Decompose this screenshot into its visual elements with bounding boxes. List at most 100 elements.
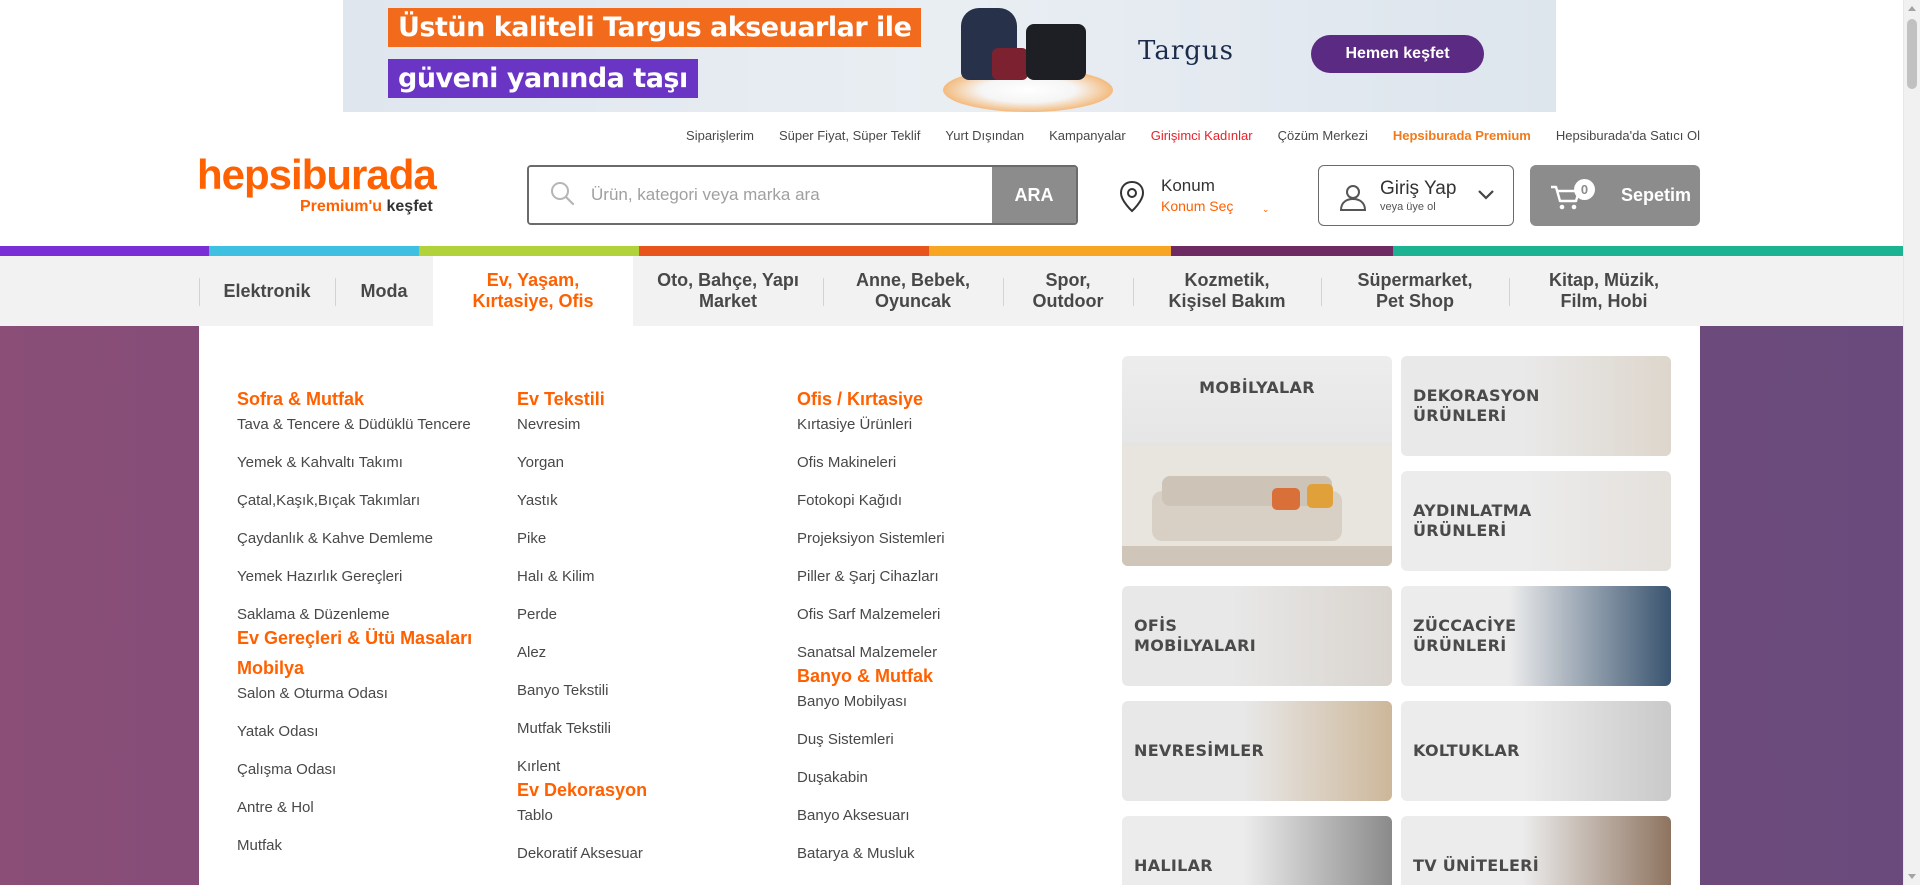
menu-link[interactable]: Fotokopi Kağıdı xyxy=(797,492,945,530)
menu-link[interactable]: Kırtasiye Ürünleri xyxy=(797,416,945,454)
premium-link[interactable]: Premium'u keşfet xyxy=(300,198,433,216)
menu-heading[interactable]: Ofis / Kırtasiye xyxy=(797,388,945,416)
category-tile[interactable]: MOBİLYALAR xyxy=(1122,356,1392,566)
menu-link[interactable]: Çalışma Odası xyxy=(237,761,472,799)
top-link[interactable]: Süper Fiyat, Süper Teklif xyxy=(779,128,920,143)
menu-heading[interactable]: Ev Dekorasyon xyxy=(517,779,647,807)
top-link[interactable]: Yurt Dışından xyxy=(945,128,1024,143)
stripe-segment xyxy=(419,246,639,256)
chevron-down-icon xyxy=(1477,188,1495,206)
search-field[interactable] xyxy=(529,167,992,223)
premium-discover-label: keşfet xyxy=(386,198,433,215)
menu-heading[interactable]: Ev Gereçleri & Ütü Masaları xyxy=(237,627,472,657)
banner-cta-button[interactable]: Hemen keşfet xyxy=(1311,35,1484,73)
top-link[interactable]: Siparişlerim xyxy=(686,128,754,143)
menu-link[interactable]: Kırlent xyxy=(517,758,647,779)
tile-label: MOBİLYALAR xyxy=(1199,378,1315,397)
category-tile[interactable]: DEKORASYON ÜRÜNLERİ xyxy=(1401,356,1671,456)
scroll-down-icon[interactable] xyxy=(1908,874,1916,879)
stripe-segment xyxy=(209,246,419,256)
menu-link[interactable]: Antre & Hol xyxy=(237,799,472,837)
category-tile[interactable]: ZÜCCACİYE ÜRÜNLERİ xyxy=(1401,586,1671,686)
menu-link[interactable]: Yemek & Kahvaltı Takımı xyxy=(237,454,472,492)
menu-link[interactable]: Tablo xyxy=(517,807,647,845)
user-icon xyxy=(1339,183,1367,216)
menu-link[interactable]: Alez xyxy=(517,644,647,682)
login-button[interactable]: Giriş Yap veya üye ol xyxy=(1318,165,1514,226)
promo-banner[interactable]: Üstün kaliteli Targus akseuarlar ile güv… xyxy=(343,0,1556,112)
category-tab[interactable]: Süpermarket, Pet Shop xyxy=(1321,256,1509,326)
category-tab[interactable]: Elektronik xyxy=(199,256,335,326)
top-link[interactable]: Hepsiburada'da Satıcı Ol xyxy=(1556,128,1700,143)
stripe-segment xyxy=(1393,246,1903,256)
menu-link[interactable]: Yastık xyxy=(517,492,647,530)
menu-link[interactable]: Nevresim xyxy=(517,416,647,454)
menu-link[interactable]: Salon & Oturma Odası xyxy=(237,685,472,723)
menu-link[interactable]: Mutfak xyxy=(237,837,472,875)
menu-link[interactable]: Yemek Hazırlık Gereçleri xyxy=(237,568,472,606)
page-scrollbar[interactable] xyxy=(1903,0,1920,885)
category-tile[interactable]: HALILAR xyxy=(1122,816,1392,885)
menu-link[interactable]: Perde xyxy=(517,606,647,644)
menu-link[interactable]: Tava & Tencere & Düdüklü Tencere xyxy=(237,416,472,454)
category-tile[interactable]: OFİS MOBİLYALARI xyxy=(1122,586,1392,686)
location-selector[interactable]: Konum Konum Seç ⌄ xyxy=(1118,172,1270,222)
menu-link[interactable]: Duşakabin xyxy=(797,769,945,807)
cart-label: Sepetim xyxy=(1621,185,1692,205)
search-input[interactable] xyxy=(591,185,951,205)
menu-link[interactable]: Pike xyxy=(517,530,647,568)
category-tile[interactable]: NEVRESİMLER xyxy=(1122,701,1392,801)
color-stripe xyxy=(0,246,1903,256)
plates-image xyxy=(1521,586,1671,686)
stripe-segment xyxy=(639,246,929,256)
search-button[interactable]: ARA xyxy=(992,167,1076,223)
menu-link[interactable]: Yatak Odası xyxy=(237,723,472,761)
menu-link[interactable]: Ofis Makineleri xyxy=(797,454,945,492)
category-tile[interactable]: AYDINLATMA ÜRÜNLERİ xyxy=(1401,471,1671,571)
scroll-up-icon[interactable] xyxy=(1908,6,1916,11)
menu-heading[interactable]: Banyo & Mutfak xyxy=(797,665,945,693)
category-tab[interactable]: Oto, Bahçe, Yapı Market xyxy=(633,256,823,326)
menu-link[interactable]: Çatal,Kaşık,Bıçak Takımları xyxy=(237,492,472,530)
menu-link[interactable]: Projeksiyon Sistemleri xyxy=(797,530,945,568)
menu-link[interactable]: Duş Sistemleri xyxy=(797,731,945,769)
top-link[interactable]: Çözüm Merkezi xyxy=(1278,128,1368,143)
menu-link[interactable]: Saklama & Düzenleme xyxy=(237,606,472,627)
menu-link[interactable]: Banyo Tekstili xyxy=(517,682,647,720)
menu-link[interactable]: Sanatsal Malzemeler xyxy=(797,644,945,665)
hepsiburada-logo[interactable]: hepsiburada xyxy=(197,151,437,199)
category-tab[interactable]: Ev, Yaşam, Kırtasiye, Ofis xyxy=(433,256,633,326)
tile-label: AYDINLATMA ÜRÜNLERİ xyxy=(1413,501,1532,540)
menu-link[interactable]: Çaydanlık & Kahve Demleme xyxy=(237,530,472,568)
menu-link[interactable]: Banyo Aksesuarı xyxy=(797,807,945,845)
category-tab[interactable]: Kozmetik, Kişisel Bakım xyxy=(1133,256,1321,326)
category-tab[interactable]: Anne, Bebek, Oyuncak xyxy=(823,256,1003,326)
menu-link[interactable]: Mutfak Tekstili xyxy=(517,720,647,758)
menu-link[interactable]: Dekoratif Aksesuar xyxy=(517,845,647,883)
category-tab[interactable]: Spor, Outdoor xyxy=(1003,256,1133,326)
menu-column: Sofra & Mutfak Tava & Tencere & Düdüklü T… xyxy=(237,388,472,875)
menu-link[interactable]: Halı & Kilim xyxy=(517,568,647,606)
scroll-thumb[interactable] xyxy=(1907,19,1917,89)
menu-heading[interactable]: Ev Tekstili xyxy=(517,388,647,416)
category-tab[interactable]: Kitap, Müzik, Film, Hobi xyxy=(1509,256,1699,326)
stripe-segment xyxy=(0,246,209,256)
menu-heading[interactable]: Sofra & Mutfak xyxy=(237,388,472,416)
top-link[interactable]: Girişimci Kadınlar xyxy=(1151,128,1253,143)
category-tile[interactable]: KOLTUKLAR xyxy=(1401,701,1671,801)
menu-link[interactable]: Batarya & Musluk xyxy=(797,845,945,883)
top-links: Siparişlerim Süper Fiyat, Süper Teklif Yur… xyxy=(686,128,1700,143)
banner-headline-1: Üstün kaliteli Targus akseuarlar ile xyxy=(388,8,922,47)
vase-image xyxy=(1521,356,1671,456)
category-tile[interactable]: TV ÜNİTELERİ xyxy=(1401,816,1671,885)
menu-link[interactable]: Banyo Mobilyası xyxy=(797,693,945,731)
cart-button[interactable]: 0 Sepetim xyxy=(1530,165,1700,226)
menu-column: Ev Tekstili Nevresim Yorgan Yastık Pike Halı … xyxy=(517,388,647,883)
top-link[interactable]: Hepsiburada Premium xyxy=(1393,128,1531,143)
menu-link[interactable]: Ofis Sarf Malzemeleri xyxy=(797,606,945,644)
menu-heading[interactable]: Mobilya xyxy=(237,657,472,685)
menu-link[interactable]: Yorgan xyxy=(517,454,647,492)
category-tab[interactable]: Moda xyxy=(335,256,433,326)
menu-link[interactable]: Piller & Şarj Cihazları xyxy=(797,568,945,606)
top-link[interactable]: Kampanyalar xyxy=(1049,128,1126,143)
